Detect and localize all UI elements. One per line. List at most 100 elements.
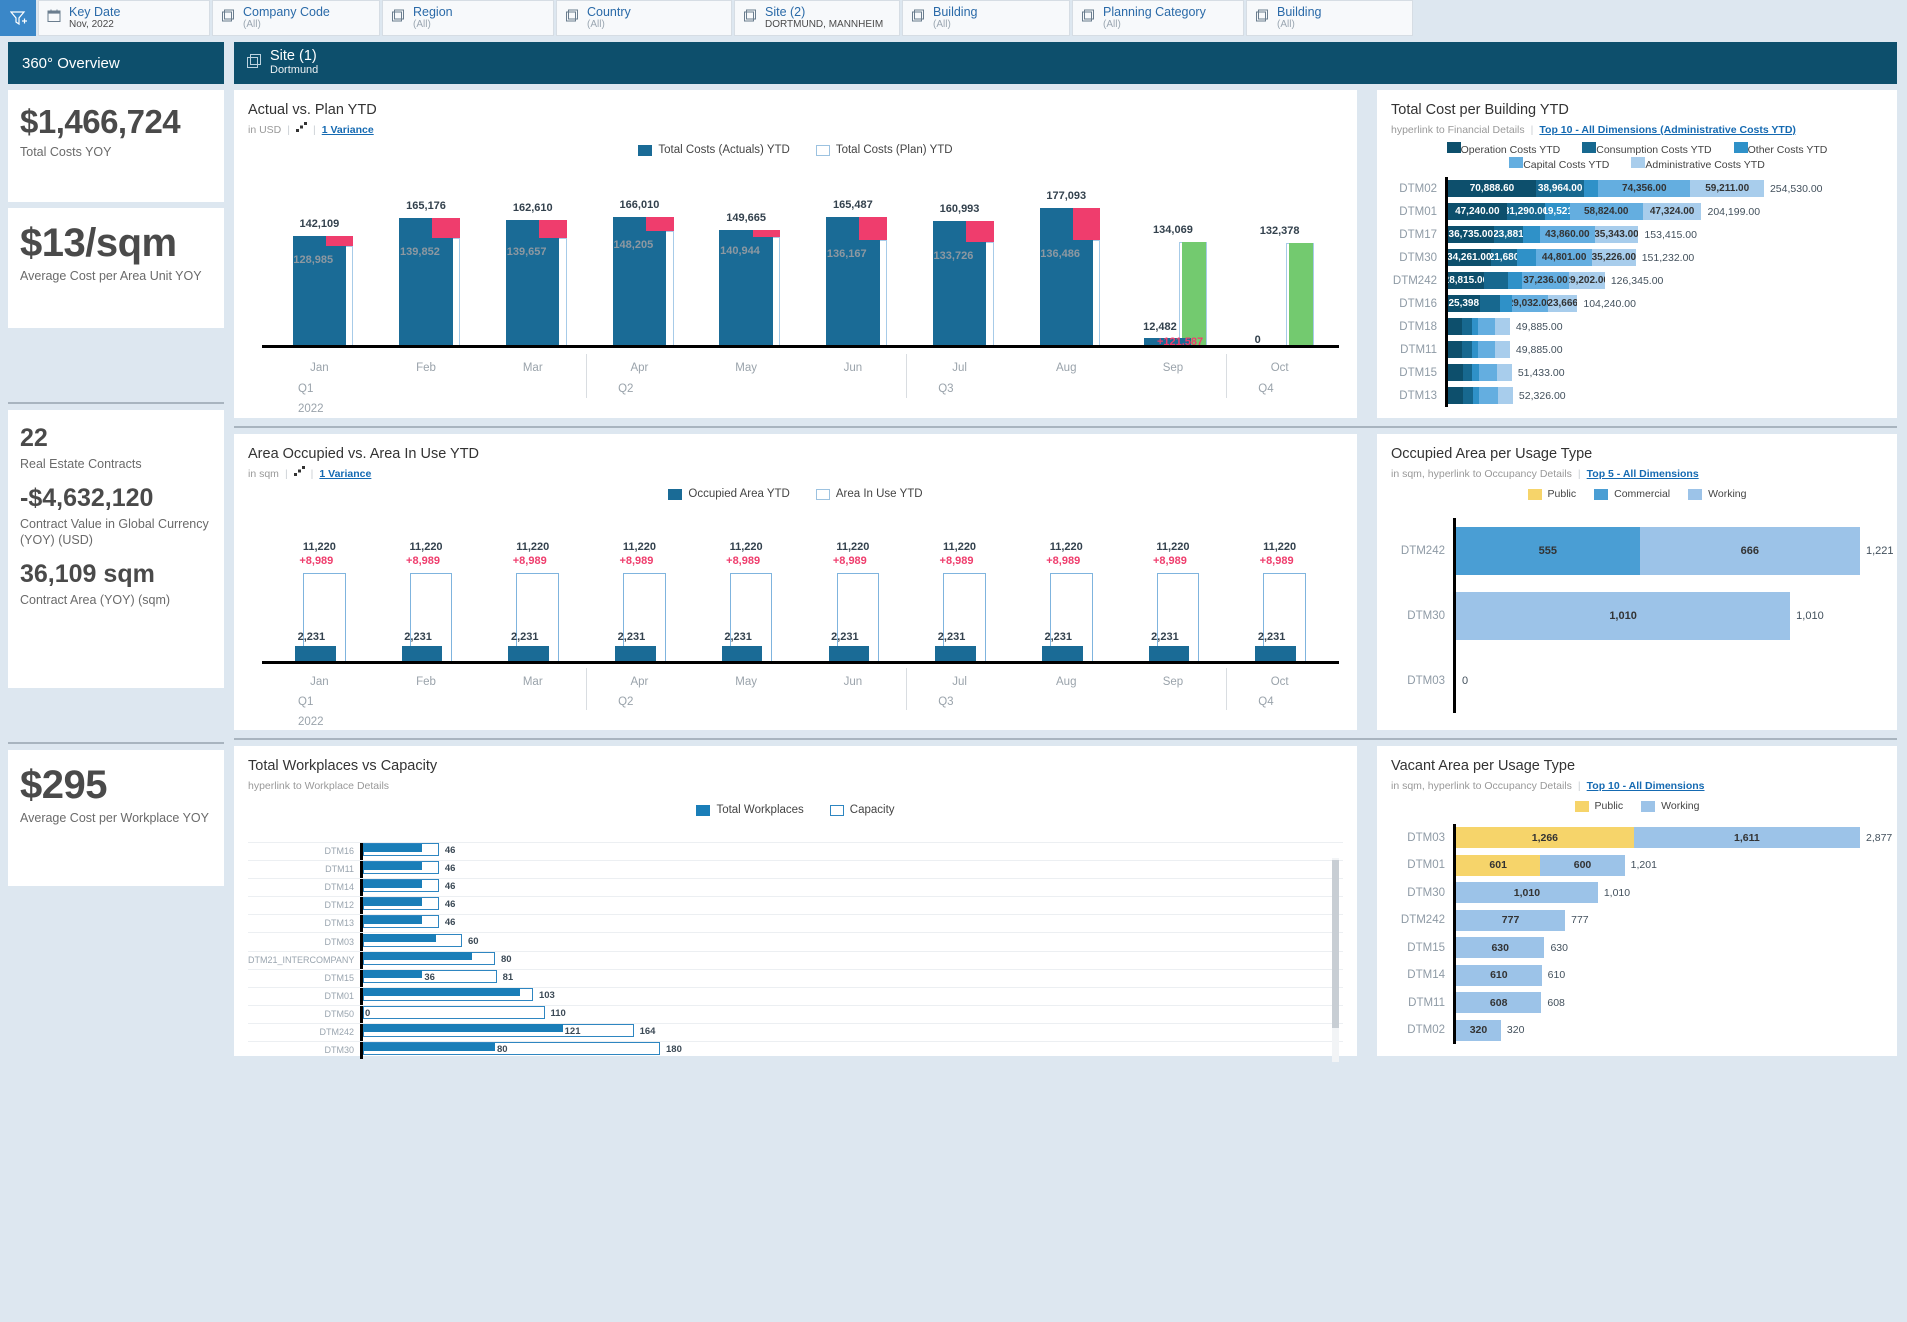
bar-segment[interactable]: 28,815.00 (1448, 272, 1484, 289)
filter-chip-key-date[interactable]: Key Date Nov, 2022 (38, 0, 210, 36)
bar-segment[interactable] (1498, 387, 1513, 404)
bar-segment[interactable]: 37,236.00 (1522, 272, 1568, 289)
bar-segment[interactable] (1448, 318, 1462, 335)
bar-segment[interactable]: 601 (1456, 855, 1540, 876)
bar-segment[interactable] (1463, 364, 1473, 381)
table-row[interactable]: DTM3080180 (248, 1041, 1343, 1059)
chart-occupied-usage[interactable]: DTM2425556661,221DTM301,0101,010DTM030 (1391, 518, 1883, 713)
table-row[interactable]: DTM2425556661,221 (1391, 518, 1883, 583)
bar-segment[interactable] (1462, 341, 1471, 358)
kpi-card-avg-cost-area[interactable]: $13/sqm Average Cost per Area Unit YOY (8, 208, 224, 328)
capacity-bar[interactable] (363, 1006, 545, 1019)
table-row[interactable]: DTM1646 (248, 842, 1343, 860)
bar-segment[interactable] (1463, 387, 1473, 404)
legend-item-capacity[interactable]: Capacity (830, 804, 895, 816)
legend-item-consumption[interactable]: Consumption Costs YTD (1582, 142, 1711, 156)
bar-segment[interactable]: 35,226.00 (1592, 249, 1636, 266)
bar-segment[interactable]: 59,211.00 (1690, 180, 1764, 197)
table-row[interactable]: DTM01103 (248, 987, 1343, 1005)
actual-bar[interactable] (1289, 243, 1313, 348)
top-dimensions-link[interactable]: Top 10 - All Dimensions (Administrative … (1539, 122, 1796, 138)
workplaces-bar[interactable] (363, 1024, 563, 1032)
bar-segment[interactable] (1517, 249, 1536, 266)
bar-segment[interactable]: 34,261.00 (1448, 249, 1491, 266)
table-row[interactable]: DTM1246 (248, 896, 1343, 914)
bar-segment[interactable] (1478, 341, 1496, 358)
bar-segment[interactable] (1448, 387, 1463, 404)
workplaces-bar[interactable] (363, 844, 422, 852)
filter-chip-company-code[interactable]: Company Code (All) (212, 0, 380, 36)
bar-segment[interactable] (1508, 272, 1522, 289)
bar-segment[interactable]: 1,611 (1634, 827, 1860, 848)
bar-segment[interactable]: 47,324.00 (1643, 203, 1702, 220)
table-row[interactable]: DTM030 (1391, 648, 1883, 713)
workplaces-bar[interactable] (363, 988, 520, 996)
bar-segment[interactable]: 23,881 (1494, 226, 1524, 243)
bar-segment[interactable] (1479, 387, 1498, 404)
legend-item-operation[interactable]: Operation Costs YTD (1447, 142, 1561, 156)
bar-segment[interactable] (1478, 318, 1496, 335)
bar-segment[interactable] (1480, 295, 1500, 312)
legend-item-working[interactable]: Working (1688, 488, 1746, 500)
bar-segment[interactable] (1448, 364, 1463, 381)
scrollbar-thumb[interactable] (1332, 860, 1339, 1028)
bar-segment[interactable] (1462, 318, 1471, 335)
filter-chip-building-1[interactable]: Building (All) (902, 0, 1070, 36)
workplaces-bar[interactable] (363, 898, 422, 906)
bar-segment[interactable]: 21,680 (1491, 249, 1518, 266)
bar-segment[interactable]: 31,290.00 (1507, 203, 1546, 220)
variance-link[interactable]: 1 Variance (322, 122, 374, 138)
legend-item-total-workplaces[interactable]: Total Workplaces (696, 804, 803, 816)
bar-segment[interactable]: 610 (1456, 965, 1542, 986)
bar-segment[interactable]: 1,010 (1456, 592, 1790, 640)
bar-segment[interactable]: 608 (1456, 992, 1541, 1013)
legend-item-other[interactable]: Other Costs YTD (1734, 142, 1828, 156)
table-row[interactable]: DTM1149,885.00 (1391, 338, 1883, 361)
bar-segment[interactable] (1495, 341, 1510, 358)
table-row[interactable]: DTM1352,326.00 (1391, 384, 1883, 407)
table-row[interactable]: DTM031,2661,6112,877 (1391, 824, 1883, 852)
workplaces-bar[interactable] (363, 862, 422, 870)
table-row[interactable]: DTM242121164 (248, 1023, 1343, 1041)
bar-segment[interactable] (1495, 318, 1510, 335)
bar-segment[interactable]: 666 (1640, 527, 1860, 575)
bar-segment[interactable]: 600 (1540, 855, 1624, 876)
actual-bar[interactable] (506, 220, 559, 348)
kpi-card-total-costs[interactable]: $1,466,724 Total Costs YOY (8, 90, 224, 202)
table-row[interactable]: DTM1736,735.0023,88143,860.0035,343.0015… (1391, 223, 1883, 246)
filter-chip-building-2[interactable]: Building (All) (1246, 0, 1413, 36)
bar-segment[interactable]: 38,964.00 (1536, 180, 1584, 197)
workplaces-bar[interactable] (363, 952, 472, 960)
legend-item-working[interactable]: Working (1641, 800, 1699, 812)
filter-add-icon[interactable] (0, 0, 36, 36)
bar-segment[interactable]: 555 (1456, 527, 1640, 575)
bar-segment[interactable] (1523, 226, 1540, 243)
table-row[interactable]: DTM1446 (248, 878, 1343, 896)
chart-total-cost-building[interactable]: DTM0270,888.6038,964.0074,356.0059,211.0… (1391, 177, 1883, 407)
bar-segment[interactable]: 25,398 (1448, 295, 1480, 312)
table-row[interactable]: DTM1551,433.00 (1391, 361, 1883, 384)
table-row[interactable]: DTM500110 (248, 1005, 1343, 1023)
actual-bar[interactable] (293, 236, 346, 348)
chart-area-occupied[interactable]: 11,220+8,9892,23111,220+8,9892,23111,220… (248, 504, 1343, 722)
table-row[interactable]: DTM24228,815.0037,236.0029,202.00126,345… (1391, 269, 1883, 292)
table-row[interactable]: DTM016016001,201 (1391, 852, 1883, 880)
bar-segment[interactable] (1584, 180, 1598, 197)
legend-item-public[interactable]: Public (1575, 800, 1624, 812)
workplaces-bar[interactable] (363, 1043, 495, 1051)
table-row[interactable]: DTM153681 (248, 969, 1343, 987)
top-dimensions-link[interactable]: Top 5 - All Dimensions (1587, 466, 1699, 482)
workplaces-bar[interactable] (363, 916, 422, 924)
table-row[interactable]: DTM1346 (248, 914, 1343, 932)
bar-segment[interactable]: 36,735.00 (1448, 226, 1494, 243)
table-row[interactable]: DTM301,0101,010 (1391, 879, 1883, 907)
bar-segment[interactable]: 43,860.00 (1540, 226, 1594, 243)
bar-segment[interactable]: 29,202.00 (1569, 272, 1605, 289)
table-row[interactable]: DTM0270,888.6038,964.0074,356.0059,211.0… (1391, 177, 1883, 200)
legend-item-occupied[interactable]: Occupied Area YTD (668, 488, 789, 500)
bar-segment[interactable]: 58,824.00 (1570, 203, 1643, 220)
legend-item-commercial[interactable]: Commercial (1594, 488, 1670, 500)
table-row[interactable]: DTM0360 (248, 932, 1343, 950)
bar-segment[interactable]: 44,801.00 (1536, 249, 1592, 266)
variance-link[interactable]: 1 Variance (319, 466, 371, 482)
